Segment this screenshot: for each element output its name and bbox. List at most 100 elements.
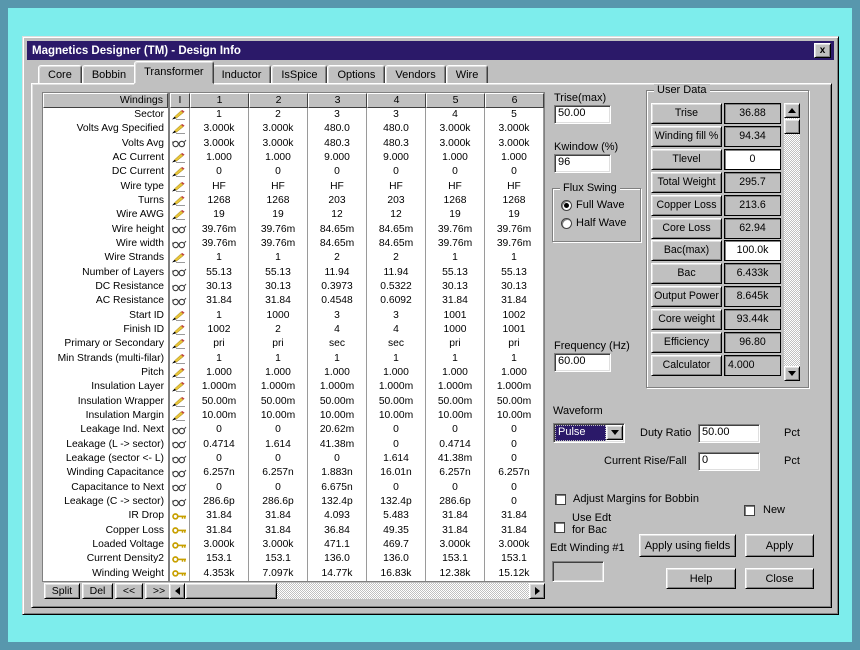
grid-cell[interactable]: 3.000k	[190, 538, 249, 552]
grid-cell[interactable]: 31.84	[249, 509, 308, 523]
grid-cell[interactable]: 3	[308, 108, 367, 122]
grid-cell[interactable]: 3.000k	[485, 137, 544, 151]
grid-header-col-1[interactable]: 1	[190, 93, 249, 108]
grid-cell[interactable]: 1000	[249, 309, 308, 323]
grid-cell[interactable]: 0	[426, 423, 485, 437]
grid-cell[interactable]: pri	[249, 337, 308, 351]
tab-wire[interactable]: Wire	[446, 65, 489, 84]
grid-cell[interactable]: 3	[367, 309, 426, 323]
grid-cell[interactable]: HF	[367, 180, 426, 194]
grid-cell[interactable]: 0	[426, 165, 485, 179]
grid-cell[interactable]: 6.257n	[485, 466, 544, 480]
grid-cell[interactable]: 1000	[426, 323, 485, 337]
grid-cell[interactable]: 39.76m	[426, 223, 485, 237]
grid-header-col-4[interactable]: 4	[367, 93, 426, 108]
grid-cell[interactable]: 4	[426, 108, 485, 122]
grid-cell[interactable]: 10.00m	[190, 409, 249, 423]
grid-cell[interactable]: 50.00m	[426, 395, 485, 409]
tab-transformer[interactable]: Transformer	[134, 61, 214, 84]
grid-cell[interactable]: 41.38m	[308, 438, 367, 452]
grid-cell[interactable]: 39.76m	[485, 237, 544, 251]
grid-cell[interactable]: 4	[367, 323, 426, 337]
grid-cell[interactable]: 6.257n	[190, 466, 249, 480]
grid-cell[interactable]: 1.000	[190, 151, 249, 165]
grid-cell[interactable]: 0	[426, 481, 485, 495]
user-data-field-button[interactable]: Bac(max)	[651, 240, 722, 261]
grid-cell[interactable]: 1	[190, 108, 249, 122]
grid-cell[interactable]: 50.00m	[190, 395, 249, 409]
grid-cell[interactable]: 10.00m	[485, 409, 544, 423]
scroll-down-icon[interactable]	[784, 366, 800, 381]
grid-cell[interactable]: 11.94	[308, 266, 367, 280]
grid-cell[interactable]: 84.65m	[308, 223, 367, 237]
duty-ratio-input[interactable]: 50.00	[698, 424, 760, 443]
grid-cell[interactable]: 39.76m	[485, 223, 544, 237]
user-data-field-button[interactable]: Winding fill %	[651, 126, 722, 147]
grid-cell[interactable]: 19	[249, 208, 308, 222]
grid-cell[interactable]: 0	[485, 495, 544, 509]
grid-header-col-6[interactable]: 6	[485, 93, 544, 108]
grid-cell[interactable]: 480.3	[308, 137, 367, 151]
grid-cell[interactable]: 1.000	[249, 366, 308, 380]
grid-cell[interactable]: 1.000	[308, 366, 367, 380]
grid-cell[interactable]: 1002	[485, 309, 544, 323]
grid-cell[interactable]: 1.000m	[367, 380, 426, 394]
grid-cell[interactable]: 3.000k	[190, 122, 249, 136]
grid-cell[interactable]: 39.76m	[249, 237, 308, 251]
grid-cell[interactable]: 471.1	[308, 538, 367, 552]
trise-max-input[interactable]: 50.00	[554, 105, 611, 124]
grid-cell[interactable]: 84.65m	[308, 237, 367, 251]
grid-cell[interactable]: 1	[485, 251, 544, 265]
grid-cell[interactable]: 36.84	[308, 524, 367, 538]
grid-cell[interactable]: 0	[485, 481, 544, 495]
grid-cell[interactable]: 84.65m	[367, 237, 426, 251]
grid-cell[interactable]: 203	[308, 194, 367, 208]
grid-cell[interactable]: 480.0	[308, 122, 367, 136]
grid-cell[interactable]: 1	[249, 251, 308, 265]
grid-cell[interactable]: sec	[367, 337, 426, 351]
grid-cell[interactable]: 3.000k	[426, 137, 485, 151]
grid-cell[interactable]: 0	[367, 438, 426, 452]
grid-cell[interactable]: 31.84	[426, 509, 485, 523]
grid-cell[interactable]: 31.84	[190, 509, 249, 523]
grid-cell[interactable]: 1.000m	[190, 380, 249, 394]
grid-cell[interactable]: 153.1	[426, 552, 485, 566]
grid-cell[interactable]: 1.000	[485, 151, 544, 165]
grid-cell[interactable]: 480.0	[367, 122, 426, 136]
user-data-field-button[interactable]: Efficiency	[651, 332, 722, 353]
user-data-value[interactable]: 0	[724, 149, 781, 170]
grid-cell[interactable]: 1268	[426, 194, 485, 208]
grid-cell[interactable]: 1.000m	[308, 380, 367, 394]
grid-cell[interactable]: 4.093	[308, 509, 367, 523]
grid-cell[interactable]: 0	[485, 423, 544, 437]
grid-cell[interactable]: 55.13	[485, 266, 544, 280]
grid-cell[interactable]: 286.6p	[249, 495, 308, 509]
grid-cell[interactable]: 0	[249, 481, 308, 495]
grid-cell[interactable]: 1.883n	[308, 466, 367, 480]
grid-cell[interactable]: 31.84	[426, 524, 485, 538]
scrollbar-thumb[interactable]	[784, 119, 800, 134]
grid-cell[interactable]: 0.5322	[367, 280, 426, 294]
grid-cell[interactable]: 0	[367, 165, 426, 179]
grid-cell[interactable]: 0.4714	[190, 438, 249, 452]
grid-cell[interactable]: 12	[308, 208, 367, 222]
kwindow-input[interactable]: 96	[554, 154, 611, 173]
grid-cell[interactable]: 39.76m	[190, 223, 249, 237]
grid-cell[interactable]: 4	[308, 323, 367, 337]
grid-cell[interactable]: 0.4548	[308, 294, 367, 308]
close-button[interactable]: Close	[745, 568, 814, 589]
grid-cell[interactable]: 132.4p	[367, 495, 426, 509]
grid-cell[interactable]: 12.38k	[426, 567, 485, 581]
grid-cell[interactable]: 41.38m	[426, 452, 485, 466]
grid-cell[interactable]: 136.0	[367, 552, 426, 566]
grid-cell[interactable]: 3.000k	[249, 538, 308, 552]
grid-cell[interactable]: 1.614	[249, 438, 308, 452]
grid-cell[interactable]: 0	[367, 423, 426, 437]
grid-cell[interactable]: 31.84	[485, 524, 544, 538]
grid-cell[interactable]: 1.000	[190, 366, 249, 380]
grid-cell[interactable]: 1.000m	[249, 380, 308, 394]
user-data-field-button[interactable]: Calculator	[651, 355, 722, 376]
help-button[interactable]: Help	[666, 568, 736, 589]
grid-cell[interactable]: 50.00m	[249, 395, 308, 409]
grid-cell[interactable]: 2	[249, 323, 308, 337]
